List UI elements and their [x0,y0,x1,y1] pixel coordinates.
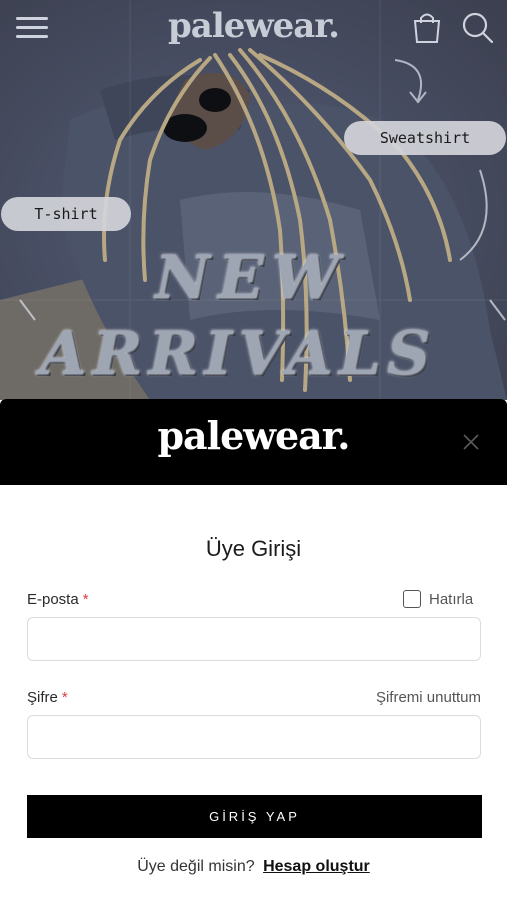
signup-row: Üye değil misin? Hesap oluştur [0,858,507,876]
password-label-text: Şifre [27,689,58,706]
hero-headline-line2: ARRIVALS [40,319,437,389]
email-field[interactable] [27,617,481,661]
create-account-link[interactable]: Hesap oluştur [263,858,370,875]
email-label: E-posta * [27,591,89,608]
login-button[interactable]: GİRİŞ YAP [27,795,482,838]
remember-checkbox[interactable] [403,590,421,608]
remember-label: Hatırla [429,590,474,608]
close-icon[interactable] [460,431,482,453]
modal-logo: palewear. [157,413,350,458]
required-mark: * [82,591,89,608]
remember-me[interactable]: Hatırla [403,588,473,610]
tag-tshirt[interactable]: T-shirt [1,197,131,231]
signup-prompt: Üye değil misin? [137,858,255,875]
search-icon[interactable] [460,10,494,44]
login-modal: palewear. Üye Girişi E-posta * Hatırla Şi… [0,399,507,900]
login-title: Üye Girişi [205,536,302,561]
hero-headline-line1: NEW [155,243,347,313]
required-mark: * [61,689,68,706]
modal-header: palewear. [0,399,507,485]
hero-headline: NEW ARRIVALS [40,240,480,392]
forgot-password-link[interactable]: Şifremi unuttum [376,689,481,706]
site-header: palewear. [0,0,507,56]
password-label: Şifre * [27,689,68,706]
shopping-bag-icon[interactable] [410,10,444,44]
hero-banner: palewear. Sweatshirt T-shirt NEW ARRIVAL… [0,0,507,400]
tag-sweatshirt[interactable]: Sweatshirt [344,121,506,155]
email-label-text: E-posta [27,591,79,608]
password-field[interactable] [27,715,481,759]
